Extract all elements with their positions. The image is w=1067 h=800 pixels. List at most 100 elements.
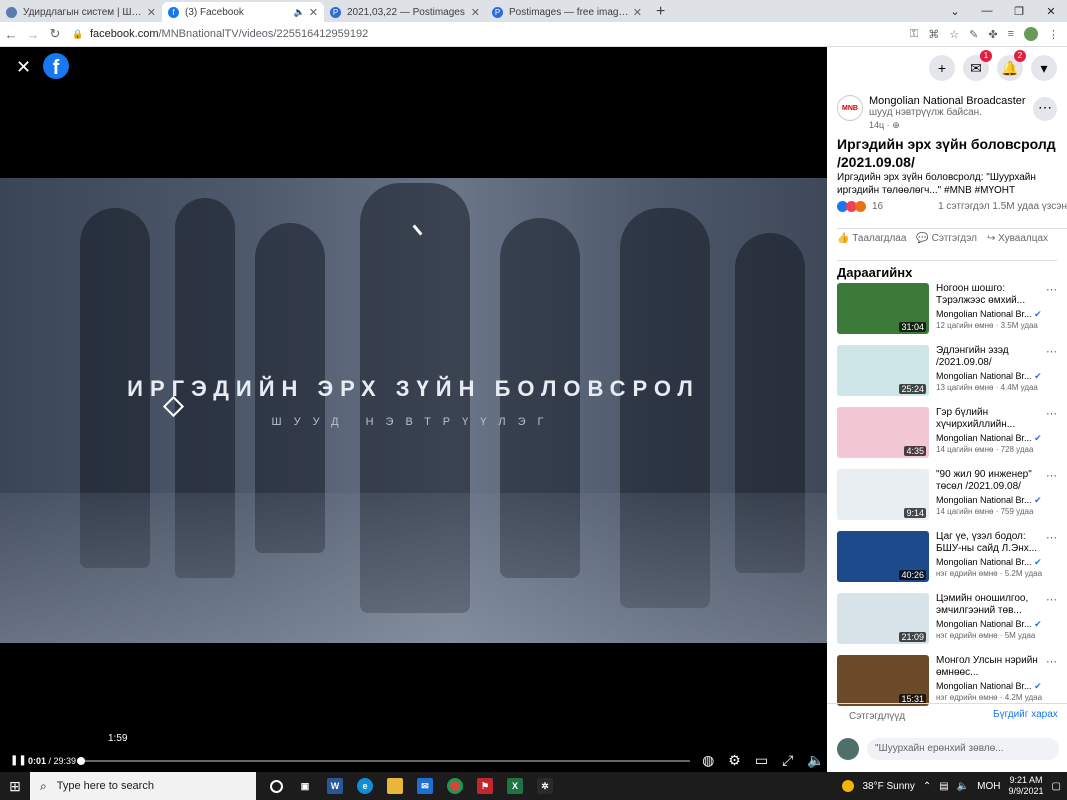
post-time[interactable]: 14ц · ⊕ bbox=[869, 120, 1026, 131]
tab-close-icon[interactable]: ✕ bbox=[471, 6, 480, 19]
tray-chevron-icon[interactable]: ⌃ bbox=[923, 781, 931, 792]
reaction-count[interactable]: 16 bbox=[872, 201, 883, 212]
bookmark-star-icon[interactable]: ☆ bbox=[949, 28, 959, 41]
edit-icon[interactable]: ✎ bbox=[969, 28, 978, 41]
video-frame[interactable]: ИРГЭДИЙН ЭРХ ЗҮЙН БОЛОВСРОЛ ШУУД НЭВТРҮҮ… bbox=[0, 178, 827, 643]
tab-close-icon[interactable]: ✕ bbox=[309, 6, 318, 19]
video-thumbnail[interactable]: 15:31 bbox=[837, 655, 929, 706]
video-author[interactable]: Mongolian National Br... ✔ bbox=[936, 309, 1046, 320]
angry-reaction-icon[interactable] bbox=[855, 201, 866, 212]
video-thumbnail[interactable]: 40:26 bbox=[837, 531, 929, 582]
excel-icon[interactable]: X bbox=[507, 778, 523, 794]
settings-gear-icon[interactable]: ⚙ bbox=[728, 752, 741, 769]
video-thumbnail[interactable]: 21:09 bbox=[837, 593, 929, 644]
speaker-icon[interactable]: 🔈 bbox=[957, 781, 969, 792]
playlist-icon[interactable]: ≡ bbox=[1008, 28, 1014, 40]
video-thumbnail[interactable]: 25:24 bbox=[837, 345, 929, 396]
video-title[interactable]: Гэр бүлийн хүчирхийллийн... bbox=[936, 407, 1046, 431]
video-title[interactable]: Цаг үе, үзэл бодол: БШУ-ны сайд Л.Энх... bbox=[936, 531, 1046, 555]
translate-icon[interactable]: ⌘ bbox=[928, 28, 939, 41]
browser-tab[interactable]: Удирдлагын систем | Шуурхай ✕ bbox=[0, 2, 162, 22]
windows-start-icon[interactable]: ⊞ bbox=[0, 778, 30, 795]
reload-button[interactable]: ↻ bbox=[44, 26, 66, 42]
notifications-button[interactable]: 🔔 2 bbox=[997, 50, 1026, 81]
network-icon[interactable]: ▤ bbox=[939, 781, 948, 792]
avatar[interactable] bbox=[1024, 27, 1038, 41]
puzzle-icon[interactable]: ✤ bbox=[988, 28, 997, 41]
video-author[interactable]: Mongolian National Br... ✔ bbox=[936, 557, 1046, 568]
messenger-button[interactable]: ✉ 1 bbox=[963, 50, 992, 81]
user-avatar[interactable] bbox=[837, 738, 859, 760]
notification-center-icon[interactable]: ▢ bbox=[1052, 781, 1061, 792]
clock[interactable]: 9:21 AM 9/9/2021 bbox=[1009, 775, 1044, 797]
tab-close-icon[interactable]: ✕ bbox=[147, 6, 156, 19]
page-avatar[interactable]: MNB bbox=[837, 95, 863, 121]
more-options-icon[interactable]: ⋯ bbox=[1046, 531, 1057, 544]
comment-input[interactable]: "Шуурхайн ерөнхий зөвлө... bbox=[867, 738, 1059, 760]
more-options-icon[interactable]: ⋯ bbox=[1046, 469, 1057, 482]
video-author[interactable]: Mongolian National Br... ✔ bbox=[936, 681, 1046, 692]
tab-close-icon[interactable]: ✕ bbox=[633, 6, 642, 19]
close-icon[interactable]: ✕ bbox=[16, 57, 31, 78]
taskbar-search[interactable]: ⌕ Type here to search bbox=[30, 772, 256, 800]
share-button[interactable]: ↪ Хуваалцах bbox=[987, 233, 1048, 244]
chrome-icon[interactable] bbox=[447, 778, 463, 794]
facebook-logo-icon[interactable]: f bbox=[43, 53, 69, 79]
comment-button[interactable]: 💬 Сэтгэгдэл bbox=[916, 233, 977, 244]
up-next-item[interactable]: 4:35 Гэр бүлийн хүчирхийллийн... Mongolian… bbox=[837, 407, 1067, 469]
maximize-button[interactable]: ❐ bbox=[1003, 5, 1035, 18]
weather-sun-icon[interactable] bbox=[842, 780, 855, 792]
up-next-item[interactable]: 25:24 Эдлэнгийн эзэд /2021.09.08/Mongolia… bbox=[837, 345, 1067, 407]
video-thumbnail[interactable]: 9:14 bbox=[837, 469, 929, 520]
pause-icon[interactable]: ❚❚ bbox=[10, 755, 27, 766]
video-title[interactable]: Монгол Улсын нэрийн өмнөөс... bbox=[936, 655, 1046, 679]
browser-tab[interactable]: P 2021,03,22 — Postimages ✕ bbox=[324, 2, 486, 22]
weather-text[interactable]: 38°F Sunny bbox=[862, 781, 914, 792]
language-indicator[interactable]: МОН bbox=[977, 781, 1000, 792]
create-button[interactable]: + bbox=[929, 55, 955, 81]
video-thumbnail[interactable]: 31:04 bbox=[837, 283, 929, 334]
video-author[interactable]: Mongolian National Br... ✔ bbox=[936, 371, 1046, 382]
close-window-button[interactable]: ✕ bbox=[1035, 5, 1067, 18]
up-next-item[interactable]: 31:04 Ногоон шошго: Тэрэлжээс өмхий... Mon… bbox=[837, 283, 1067, 345]
app-red-icon[interactable]: ⚑ bbox=[477, 778, 493, 794]
forward-button[interactable]: → bbox=[22, 27, 44, 42]
browser-tab[interactable]: f (3) Facebook 🔈 ✕ bbox=[162, 2, 324, 22]
video-author[interactable]: Mongolian National Br... ✔ bbox=[936, 495, 1046, 506]
mail-icon[interactable]: ✉ bbox=[417, 778, 433, 794]
url-field[interactable]: 🔒 facebook.com /MNBnationalTV/videos/225… bbox=[72, 24, 910, 45]
video-title[interactable]: Ногоон шошго: Тэрэлжээс өмхий... bbox=[936, 283, 1046, 307]
see-all-link[interactable]: Бүгдийг харах bbox=[993, 709, 1058, 720]
fullscreen-icon[interactable]: ⤢ bbox=[782, 752, 793, 769]
edge-icon[interactable]: e bbox=[357, 778, 373, 794]
more-options-button[interactable]: ⋯ bbox=[1033, 97, 1057, 121]
key-icon[interactable]: ⚿ bbox=[910, 28, 918, 41]
video-title[interactable]: Эдлэнгийн эзэд /2021.09.08/ bbox=[936, 345, 1046, 369]
comments-views-count[interactable]: 1 сэтгэгдэл 1.5M удаа үзсэн bbox=[938, 201, 1067, 212]
up-next-item[interactable]: 21:09 Цэмийн оношилгоо, эмчилгээний төв..… bbox=[837, 593, 1067, 655]
video-title[interactable]: "90 жил 90 инженер" төсөл /2021.09.08/ bbox=[936, 469, 1046, 493]
more-options-icon[interactable]: ⋯ bbox=[1046, 283, 1057, 296]
up-next-item[interactable]: 40:26 Цаг үе, үзэл бодол: БШУ-ны сайд Л.Э… bbox=[837, 531, 1067, 593]
browser-tab[interactable]: P Postimages — free image hosting ✕ bbox=[486, 2, 648, 22]
more-options-icon[interactable]: ⋯ bbox=[1046, 345, 1057, 358]
page-name[interactable]: Mongolian National Broadcaster bbox=[869, 95, 1026, 107]
kebab-menu-icon[interactable]: ⋮ bbox=[1048, 28, 1059, 41]
video-author[interactable]: Mongolian National Br... ✔ bbox=[936, 433, 1046, 444]
tab-audio-icon[interactable]: 🔈 bbox=[294, 7, 305, 18]
file-explorer-icon[interactable] bbox=[387, 778, 403, 794]
task-view-icon[interactable]: ▣ bbox=[297, 778, 313, 794]
progress-knob[interactable] bbox=[77, 756, 86, 765]
video-author[interactable]: Mongolian National Br... ✔ bbox=[936, 619, 1046, 630]
video-thumbnail[interactable]: 4:35 bbox=[837, 407, 929, 458]
video-title[interactable]: Цэмийн оношилгоо, эмчилгээний төв... bbox=[936, 593, 1046, 617]
more-options-icon[interactable]: ⋯ bbox=[1046, 407, 1057, 420]
back-button[interactable]: ← bbox=[0, 27, 22, 42]
volume-icon[interactable]: 🔈 bbox=[807, 752, 824, 769]
up-next-item[interactable]: 9:14 "90 жил 90 инженер" төсөл /2021.09.0… bbox=[837, 469, 1067, 531]
video-player[interactable]: ✕ f ИРГЭДИЙН ЭРХ ЗҮЙН БОЛОВСРОЛ ШУУД НЭВ… bbox=[0, 47, 827, 772]
minimize-button[interactable]: — bbox=[971, 5, 1003, 17]
word-icon[interactable]: W bbox=[327, 778, 343, 794]
like-button[interactable]: 👍 Таалагдлаа bbox=[837, 233, 906, 244]
cortana-icon[interactable] bbox=[270, 779, 283, 793]
